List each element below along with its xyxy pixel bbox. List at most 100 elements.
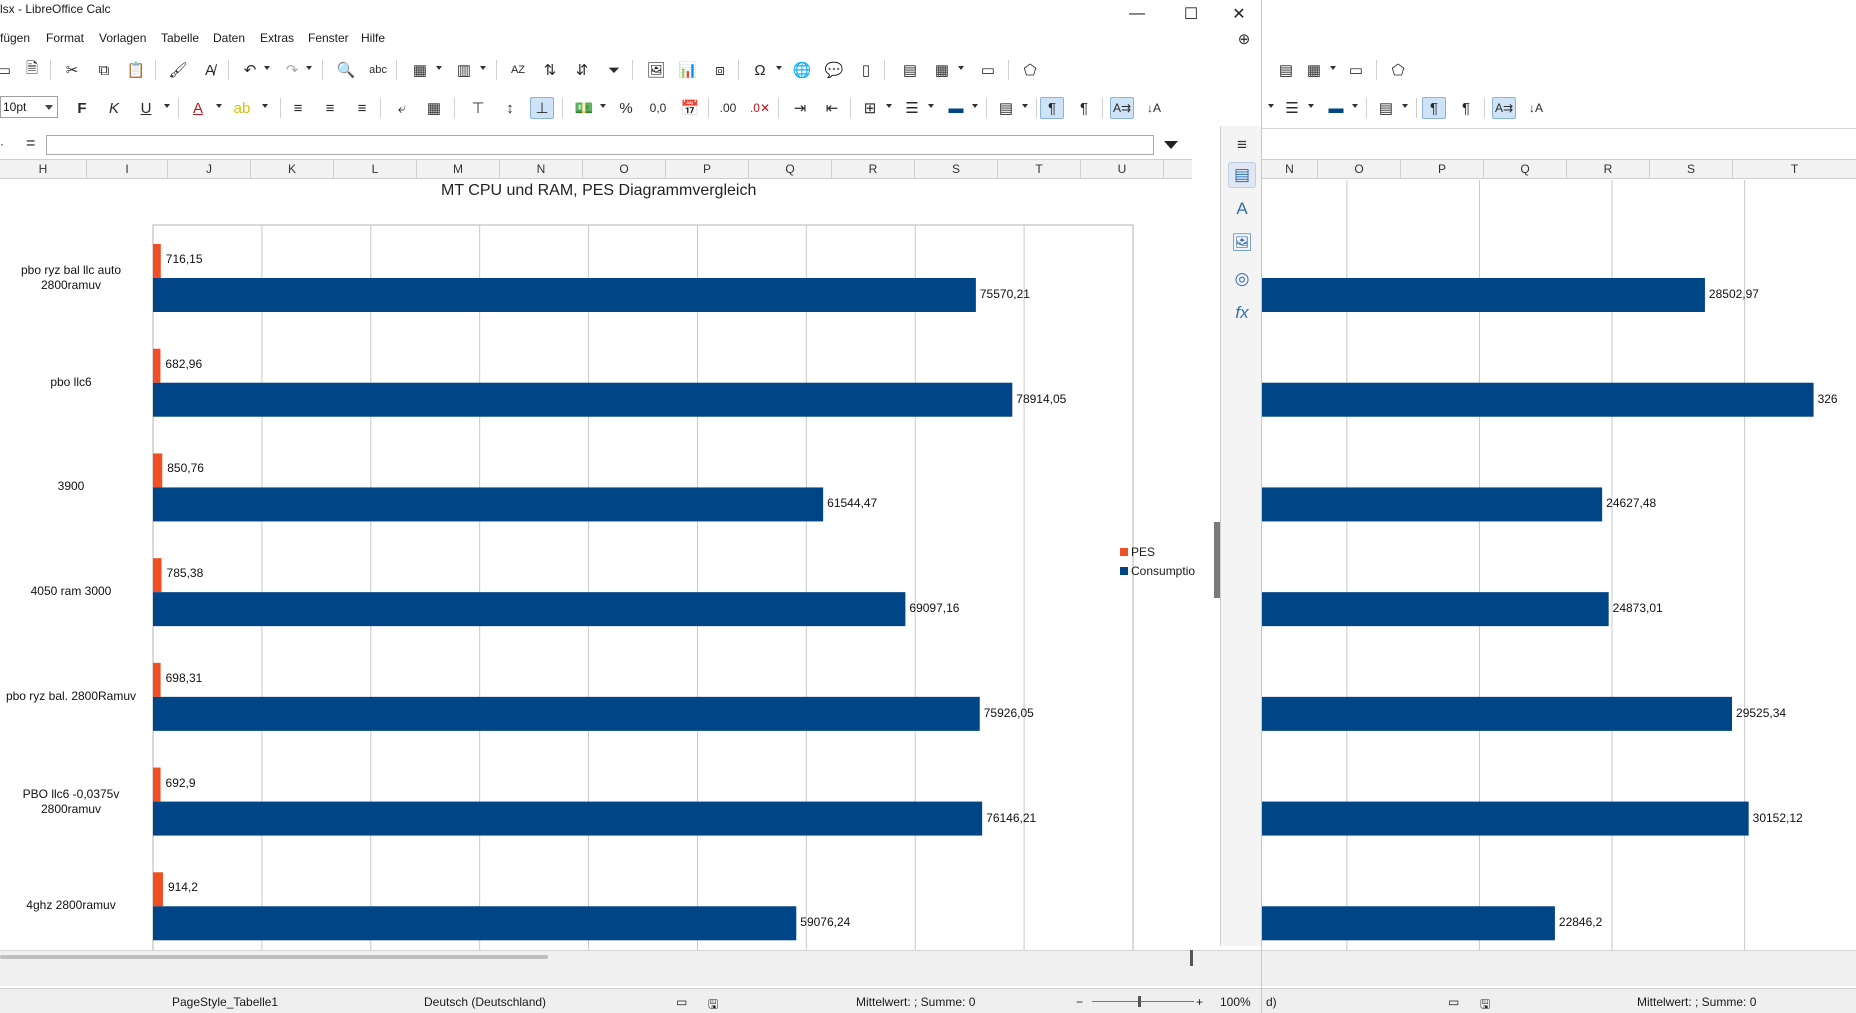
text-direction-vertical-icon[interactable]: ↓A: [1524, 97, 1548, 119]
row-icon[interactable]: ▦: [408, 59, 432, 81]
close-button[interactable]: ✕: [1216, 0, 1261, 28]
menu-data[interactable]: Daten: [213, 31, 245, 45]
underline-icon[interactable]: U: [134, 97, 158, 119]
font-size-select[interactable]: 10pt: [0, 96, 58, 118]
clone-formatting-icon[interactable]: 🖌: [166, 59, 190, 81]
export-pdf-icon[interactable]: ▭: [0, 59, 16, 81]
sort-icon[interactable]: AZ: [506, 59, 530, 81]
show-draw-functions-icon[interactable]: ⬠: [1386, 59, 1410, 81]
find-replace-icon[interactable]: 🔍: [334, 59, 358, 81]
conditional-format-dropdown-icon[interactable]: [1402, 104, 1408, 108]
special-character-icon[interactable]: Ω: [748, 59, 772, 81]
column-header[interactable]: T: [998, 160, 1081, 178]
language-indicator[interactable]: Deutsch (Deutschland): [424, 995, 546, 1009]
border-color-dropdown-icon[interactable]: [972, 104, 978, 108]
properties-icon[interactable]: ▤: [1228, 162, 1256, 188]
column-header[interactable]: O: [583, 160, 666, 178]
column-header[interactable]: Q: [1484, 160, 1567, 178]
globe-icon[interactable]: ⊕: [1232, 28, 1256, 50]
borders-dropdown-icon[interactable]: [1268, 104, 1274, 108]
conditional-format-dropdown-icon[interactable]: [1022, 104, 1028, 108]
column-header[interactable]: U: [1081, 160, 1164, 178]
menu-help[interactable]: Hilfe: [361, 31, 385, 45]
borders-icon[interactable]: ⊞: [858, 97, 882, 119]
freeze-rows-columns-icon[interactable]: ▦: [1302, 59, 1326, 81]
redo-dropdown-icon[interactable]: [306, 66, 312, 70]
sort-ascending-icon[interactable]: ⇅: [538, 59, 562, 81]
column-icon[interactable]: ▥: [452, 59, 476, 81]
document-modified-icon[interactable]: 🖫: [1480, 995, 1490, 1013]
paste-icon[interactable]: 📋: [124, 59, 148, 81]
undo-icon[interactable]: ↶: [238, 59, 262, 81]
column-header[interactable]: R: [832, 160, 915, 178]
freeze-rows-columns-icon[interactable]: ▦: [930, 59, 954, 81]
horizontal-scrollbar[interactable]: [0, 955, 548, 959]
sidebar-menu-icon[interactable]: ≡: [1228, 132, 1256, 158]
add-decimal-icon[interactable]: .00: [716, 97, 740, 119]
column-header[interactable]: Q: [749, 160, 832, 178]
border-style-icon[interactable]: ☰: [1280, 97, 1304, 119]
align-center-icon[interactable]: ≡: [318, 97, 342, 119]
date-format-icon[interactable]: 📅: [678, 97, 702, 119]
delete-decimal-icon[interactable]: .0✕: [748, 97, 772, 119]
zoom-slider[interactable]: [1092, 1001, 1194, 1002]
borders-dropdown-icon[interactable]: [886, 104, 892, 108]
language-indicator[interactable]: d): [1266, 995, 1277, 1009]
cut-icon[interactable]: ✂: [60, 59, 84, 81]
align-bottom-icon[interactable]: ⊥: [530, 97, 554, 119]
special-character-dropdown-icon[interactable]: [776, 66, 782, 70]
freeze-dropdown-icon[interactable]: [1330, 66, 1336, 70]
sidebar-collapse-handle[interactable]: [1214, 522, 1220, 598]
column-dropdown-icon[interactable]: [480, 66, 486, 70]
column-header[interactable]: J: [168, 160, 251, 178]
highlight-dropdown-icon[interactable]: [262, 104, 268, 108]
left-to-right-icon[interactable]: ¶: [1040, 97, 1064, 119]
sort-descending-icon[interactable]: ⇵: [570, 59, 594, 81]
increase-indent-icon[interactable]: ⇥: [788, 97, 812, 119]
styles-icon[interactable]: A: [1228, 196, 1256, 222]
formula-equals-icon[interactable]: =: [26, 135, 35, 153]
text-direction-horizontal-icon[interactable]: A⇉: [1492, 97, 1516, 119]
redo-icon[interactable]: ↷: [280, 59, 304, 81]
print-preview-icon[interactable]: 🗎: [20, 59, 44, 81]
column-header[interactable]: R: [1567, 160, 1650, 178]
border-style-dropdown-icon[interactable]: [928, 104, 934, 108]
column-header[interactable]: N: [1262, 160, 1318, 178]
pivot-table-icon[interactable]: ⧈: [708, 59, 732, 81]
bold-icon[interactable]: F: [70, 97, 94, 119]
percent-format-icon[interactable]: %: [614, 97, 638, 119]
navigator-icon[interactable]: ◎: [1228, 266, 1256, 292]
gallery-icon[interactable]: 🖼: [1228, 230, 1256, 256]
maximize-button[interactable]: ☐: [1168, 0, 1214, 28]
minimize-button[interactable]: —: [1114, 0, 1160, 28]
menu-window[interactable]: Fenster: [308, 31, 349, 45]
column-header[interactable]: P: [666, 160, 749, 178]
row-dropdown-icon[interactable]: [436, 66, 442, 70]
hyperlink-icon[interactable]: 🌐: [790, 59, 814, 81]
zoom-level[interactable]: 100%: [1220, 995, 1251, 1009]
column-header[interactable]: O: [1318, 160, 1401, 178]
comment-icon[interactable]: 💬: [822, 59, 846, 81]
define-print-area-icon[interactable]: ▤: [898, 59, 922, 81]
currency-dropdown-icon[interactable]: [600, 104, 606, 108]
insert-chart-icon[interactable]: 📊: [676, 59, 700, 81]
menu-styles[interactable]: Vorlagen: [99, 31, 146, 45]
menu-format[interactable]: Format: [46, 31, 84, 45]
column-header[interactable]: H: [0, 160, 87, 178]
copy-icon[interactable]: ⧉: [92, 59, 116, 81]
conditional-format-icon[interactable]: ▤: [994, 97, 1018, 119]
underline-dropdown-icon[interactable]: [164, 104, 170, 108]
align-left-icon[interactable]: ≡: [286, 97, 310, 119]
define-print-area-icon[interactable]: ▤: [1274, 59, 1298, 81]
document-modified-icon[interactable]: 🖫: [708, 995, 718, 1013]
border-color-dropdown-icon[interactable]: [1352, 104, 1358, 108]
zoom-slider-thumb[interactable]: [1138, 996, 1141, 1007]
insert-image-icon[interactable]: 🖼: [644, 59, 668, 81]
autofilter-icon[interactable]: ⏷: [602, 59, 626, 81]
border-color-icon[interactable]: ▬: [1324, 97, 1348, 119]
column-header[interactable]: T: [1733, 160, 1856, 178]
column-header[interactable]: M: [417, 160, 500, 178]
highlight-color-icon[interactable]: ab: [230, 97, 254, 119]
right-to-left-icon[interactable]: ¶: [1072, 97, 1096, 119]
font-color-icon[interactable]: A: [186, 97, 210, 119]
